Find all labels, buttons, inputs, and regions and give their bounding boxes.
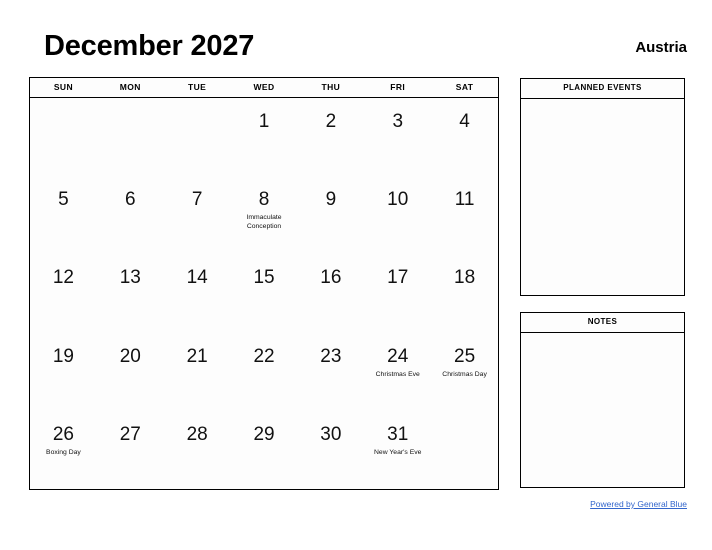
weekday-header-row: SUN MON TUE WED THU FRI SAT <box>30 78 498 98</box>
day-number: 3 <box>392 111 404 132</box>
day-number: 7 <box>191 189 203 211</box>
day-cell-5[interactable]: 5 <box>30 176 97 254</box>
powered-by-link[interactable]: Powered by General Blue <box>590 498 687 510</box>
day-number: 4 <box>459 111 470 132</box>
day-number: 10 <box>387 189 409 211</box>
day-number: 22 <box>253 345 275 367</box>
day-cell-21[interactable]: 21 <box>164 333 231 411</box>
day-number: 13 <box>119 267 141 289</box>
calendar-grid: SUN MON TUE WED THU FRI SAT 1 2 3 4 5 6 7 8 Immaculate… <box>29 77 499 490</box>
day-number: 2 <box>325 111 337 132</box>
week-row: 1 2 3 4 <box>30 98 498 176</box>
day-number: 19 <box>52 345 74 367</box>
day-cell-8[interactable]: 8 Immaculate Conception <box>231 176 298 254</box>
day-number: 18 <box>454 267 476 289</box>
day-event-label: New Year's Eve <box>374 448 422 456</box>
day-number: 6 <box>125 189 136 211</box>
day-number: 15 <box>253 267 275 289</box>
country-label: Austria <box>635 39 687 56</box>
day-number: 25 <box>454 345 476 367</box>
day-number: 23 <box>320 345 342 367</box>
day-number: 5 <box>58 189 69 211</box>
day-cell-13[interactable]: 13 <box>97 254 164 332</box>
day-number: 24 <box>387 345 409 367</box>
day-event-label: Immaculate Conception <box>246 214 282 231</box>
day-number: 14 <box>186 267 208 289</box>
page-title: December 2027 <box>44 30 255 62</box>
weekday-header-wed: WED <box>253 82 275 92</box>
day-cell-10[interactable]: 10 <box>364 176 431 254</box>
day-number: 11 <box>454 189 475 211</box>
weekday-header-mon: MON <box>119 82 141 92</box>
day-cell-27[interactable]: 27 <box>97 411 164 489</box>
day-number: 31 <box>387 423 409 445</box>
day-cell-1[interactable]: 1 <box>231 98 298 176</box>
week-row: 19 20 21 22 23 24 Christmas Eve 25 Christmas Day <box>30 333 498 411</box>
day-cell-26[interactable]: 26 Boxing Day <box>30 411 97 489</box>
day-cell-6[interactable]: 6 <box>97 176 164 254</box>
day-number: 17 <box>387 267 409 289</box>
day-cell-24[interactable]: 24 Christmas Eve <box>364 333 431 411</box>
day-cell-empty <box>97 98 164 176</box>
day-number: 28 <box>186 423 208 445</box>
day-number: 12 <box>52 267 74 289</box>
weekday-header-fri: FRI <box>390 82 406 92</box>
calendar-weeks: 1 2 3 4 5 6 7 8 Immaculate Conception 9 10 11 12 13 14… <box>30 98 498 489</box>
day-cell-17[interactable]: 17 <box>364 254 431 332</box>
notes-body[interactable] <box>521 333 684 488</box>
planned-events-body[interactable] <box>521 99 684 296</box>
week-row: 26 Boxing Day 27 28 29 30 31 New Year's Eve <box>30 411 498 489</box>
weekday-header-sun: SUN <box>53 82 73 92</box>
day-number: 27 <box>119 423 141 445</box>
day-cell-2[interactable]: 2 <box>297 98 364 176</box>
day-cell-4[interactable]: 4 <box>431 98 498 176</box>
day-cell-7[interactable]: 7 <box>164 176 231 254</box>
day-cell-9[interactable]: 9 <box>297 176 364 254</box>
day-cell-empty <box>431 411 498 489</box>
day-event-label: Boxing Day <box>46 448 81 456</box>
day-cell-18[interactable]: 18 <box>431 254 498 332</box>
weekday-header-sat: SAT <box>455 82 474 92</box>
day-cell-31[interactable]: 31 New Year's Eve <box>364 411 431 489</box>
day-cell-12[interactable]: 12 <box>30 254 97 332</box>
day-event-label: Christmas Day <box>442 370 487 378</box>
planned-events-title: PLANNED EVENTS <box>521 79 684 99</box>
day-cell-empty <box>30 98 97 176</box>
day-number: 20 <box>119 345 141 367</box>
weekday-header-tue: TUE <box>188 82 207 92</box>
day-event-label: Christmas Eve <box>375 370 420 378</box>
page-header: December 2027 Austria <box>0 28 712 68</box>
day-cell-14[interactable]: 14 <box>164 254 231 332</box>
day-cell-30[interactable]: 30 <box>297 411 364 489</box>
day-number: 8 <box>258 189 270 211</box>
notes-panel: NOTES <box>520 312 685 488</box>
day-number: 30 <box>320 423 342 445</box>
day-cell-20[interactable]: 20 <box>97 333 164 411</box>
day-cell-11[interactable]: 11 <box>431 176 498 254</box>
day-number: 1 <box>258 111 270 132</box>
planned-events-panel: PLANNED EVENTS <box>520 78 685 296</box>
week-row: 5 6 7 8 Immaculate Conception 9 10 11 <box>30 176 498 254</box>
day-cell-19[interactable]: 19 <box>30 333 97 411</box>
day-cell-25[interactable]: 25 Christmas Day <box>431 333 498 411</box>
day-cell-15[interactable]: 15 <box>231 254 298 332</box>
notes-title: NOTES <box>521 313 684 333</box>
day-number: 21 <box>186 345 208 367</box>
day-cell-29[interactable]: 29 <box>231 411 298 489</box>
week-row: 12 13 14 15 16 17 18 <box>30 254 498 332</box>
day-number: 26 <box>52 423 74 445</box>
weekday-header-thu: THU <box>321 82 341 92</box>
day-number: 29 <box>253 423 275 445</box>
day-cell-28[interactable]: 28 <box>164 411 231 489</box>
day-cell-23[interactable]: 23 <box>297 333 364 411</box>
day-cell-16[interactable]: 16 <box>297 254 364 332</box>
day-number: 16 <box>320 267 342 289</box>
day-cell-empty <box>164 98 231 176</box>
day-cell-22[interactable]: 22 <box>231 333 298 411</box>
day-number: 9 <box>325 189 337 211</box>
day-cell-3[interactable]: 3 <box>364 98 431 176</box>
